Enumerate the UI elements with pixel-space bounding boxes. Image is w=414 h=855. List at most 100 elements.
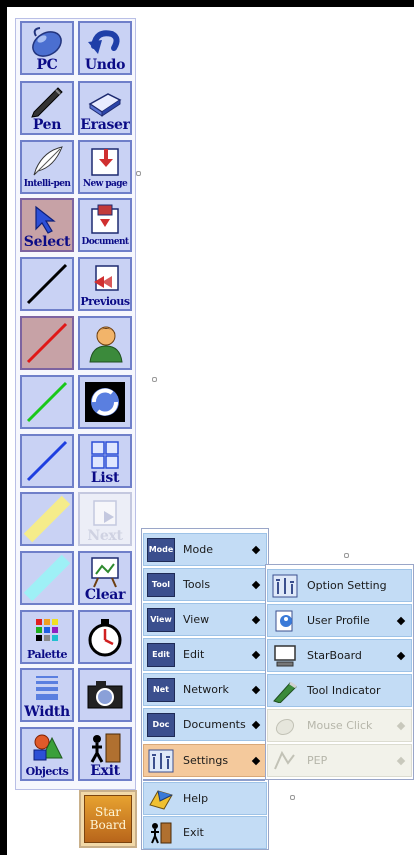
tools-icon: Tool xyxy=(147,572,175,597)
view-icon: View xyxy=(147,607,175,632)
width-button[interactable]: Width xyxy=(20,668,74,722)
submenu-arrow-icon xyxy=(396,721,406,730)
edit-icon: Edit xyxy=(147,642,175,667)
submenu-arrow-icon xyxy=(251,615,261,624)
pep-icon xyxy=(274,750,295,769)
menu-separator xyxy=(143,779,265,781)
documents-icon: Doc xyxy=(147,712,175,737)
menu-item-help[interactable]: Help xyxy=(143,782,267,815)
eraser-button[interactable]: Eraser xyxy=(78,81,132,135)
window-frame-left xyxy=(0,0,7,855)
help-icon xyxy=(149,789,173,810)
mouse-click-icon xyxy=(275,718,295,735)
next-page-icon xyxy=(93,500,117,526)
menu-item-user-profile[interactable]: User Profile xyxy=(267,604,412,637)
starboard-logo-button[interactable]: Star Board xyxy=(79,790,137,848)
pen-button[interactable]: Pen xyxy=(20,81,74,135)
menu-item-mouse-click[interactable]: Mouse Click xyxy=(267,709,412,742)
menu-item-starboard[interactable]: StarBoard xyxy=(267,639,412,672)
menu-item-network[interactable]: Net Network xyxy=(143,673,267,706)
camera-icon xyxy=(87,681,123,709)
cyan-highlighter-button[interactable] xyxy=(20,551,74,605)
select-button[interactable]: Select xyxy=(20,198,74,252)
menu-item-documents[interactable]: Doc Documents xyxy=(143,708,267,741)
yellow-highlighter-icon xyxy=(23,495,71,543)
blue-pen-color-button[interactable] xyxy=(20,434,74,488)
clear-button[interactable]: Clear xyxy=(78,551,132,605)
submenu-arrow-icon xyxy=(251,685,261,694)
cyan-highlighter-icon xyxy=(23,554,71,602)
timer-button[interactable] xyxy=(78,610,132,664)
next-page-button[interactable]: Next xyxy=(78,492,132,546)
document-button[interactable]: Document xyxy=(78,198,132,252)
exit-door-icon xyxy=(90,733,121,763)
submenu-arrow-icon xyxy=(251,720,261,729)
rotate-button[interactable] xyxy=(78,375,132,429)
list-icon xyxy=(91,441,119,469)
arrow-cursor-icon xyxy=(35,205,56,234)
intelli-pen-button[interactable]: Intelli-pen xyxy=(20,140,74,194)
menu-item-settings[interactable]: Settings xyxy=(143,744,267,777)
tool-indicator-icon xyxy=(273,681,297,703)
user-profile-icon xyxy=(275,610,293,631)
user-button[interactable] xyxy=(78,316,132,370)
palette-button[interactable]: Palette xyxy=(20,610,74,664)
artifact-dot xyxy=(152,377,157,382)
user-icon xyxy=(89,326,123,363)
menu-item-edit[interactable]: Edit Edit xyxy=(143,638,267,671)
circle-arrows-icon xyxy=(85,382,125,422)
menu-item-exit[interactable]: Exit xyxy=(143,816,267,849)
pen-icon xyxy=(31,87,63,118)
menu-item-pep[interactable]: PEP xyxy=(267,744,412,777)
red-pen-color-button[interactable] xyxy=(20,316,74,370)
submenu-arrow-icon xyxy=(396,756,406,765)
menu-item-view[interactable]: View View xyxy=(143,603,267,636)
black-pen-color-button[interactable] xyxy=(20,257,74,311)
exit-button[interactable]: Exit xyxy=(78,727,132,781)
palette-grid-icon xyxy=(36,619,58,641)
document-icon xyxy=(91,204,119,234)
submenu-arrow-icon xyxy=(251,756,261,765)
black-line-icon xyxy=(26,263,68,305)
window-frame-top xyxy=(0,0,414,7)
artifact-dot xyxy=(344,553,349,558)
submenu-arrow-icon xyxy=(251,580,261,589)
list-button[interactable]: List xyxy=(78,434,132,488)
submenu-arrow-icon xyxy=(251,545,261,554)
option-setting-icon xyxy=(272,574,298,597)
mouse-icon xyxy=(32,27,62,57)
pc-mode-button[interactable]: PC xyxy=(20,21,74,75)
eraser-icon xyxy=(88,93,122,117)
mode-icon: Mode xyxy=(147,537,175,562)
undo-arrow-icon xyxy=(88,30,120,54)
monitor-icon xyxy=(274,644,296,666)
stopwatch-icon xyxy=(88,619,122,657)
submenu-arrow-icon xyxy=(396,616,406,625)
previous-page-icon xyxy=(94,265,119,291)
menu-item-tool-indicator[interactable]: Tool Indicator xyxy=(267,674,412,707)
blue-line-icon xyxy=(26,440,68,482)
previous-page-button[interactable]: Previous xyxy=(78,257,132,311)
new-page-button[interactable]: New page xyxy=(78,140,132,194)
artifact-dot xyxy=(136,171,141,176)
easel-icon xyxy=(91,557,119,588)
new-page-icon xyxy=(91,148,119,176)
green-pen-color-button[interactable] xyxy=(20,375,74,429)
objects-button[interactable]: Objects xyxy=(20,727,74,781)
undo-button[interactable]: Undo xyxy=(78,21,132,75)
submenu-arrow-icon xyxy=(396,651,406,660)
yellow-highlighter-button[interactable] xyxy=(20,492,74,546)
width-lines-icon xyxy=(36,676,58,700)
starboard-logo: Star Board xyxy=(84,795,132,843)
exit-door-icon xyxy=(151,822,172,843)
green-line-icon xyxy=(26,381,68,423)
artifact-dot xyxy=(290,795,295,800)
submenu-arrow-icon xyxy=(251,650,261,659)
settings-tools-icon xyxy=(148,749,174,772)
camera-button[interactable] xyxy=(78,668,132,722)
feather-pen-icon xyxy=(33,146,63,176)
menu-item-tools[interactable]: Tool Tools xyxy=(143,568,267,601)
menu-item-option-setting[interactable]: Option Setting xyxy=(267,569,412,602)
network-icon: Net xyxy=(147,677,175,702)
menu-item-mode[interactable]: Mode Mode xyxy=(143,533,267,566)
